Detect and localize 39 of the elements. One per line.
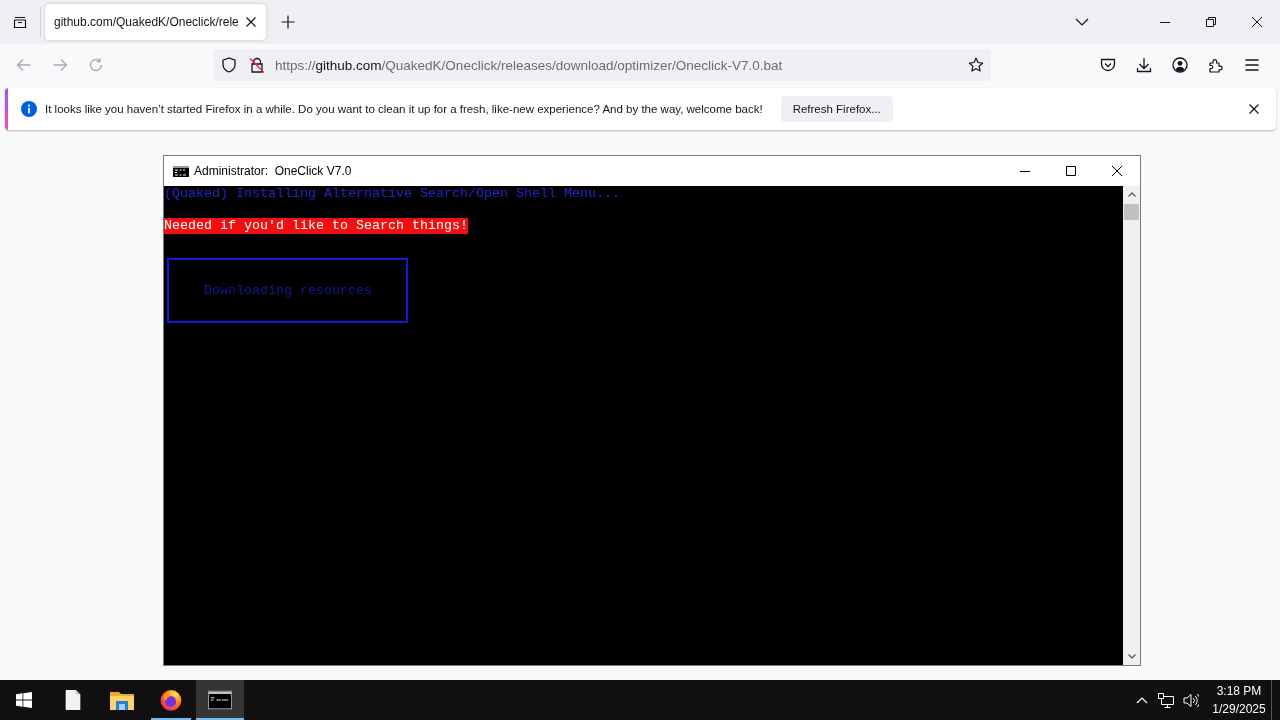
console-icon — [173, 165, 189, 177]
browser-icon[interactable] — [159, 689, 183, 711]
taskbar-button[interactable] — [196, 680, 244, 720]
clock-time[interactable]: 3:18 PM — [1216, 682, 1262, 700]
chevron-up-icon[interactable] — [1136, 696, 1148, 704]
star-icon[interactable] — [968, 57, 985, 73]
address-bar[interactable]: https://github.com/QuakedK/Oneclick/releases/download/optimizer/Oneclick-V7.0.bat — [213, 49, 992, 81]
tab-list-icon[interactable] — [12, 14, 28, 30]
close-icon[interactable] — [1112, 166, 1122, 176]
close-icon[interactable] — [1252, 17, 1262, 27]
shield-icon[interactable] — [221, 57, 237, 73]
notification-message: It looks like you haven’t started Firefox in a while. Do you want to clean it up for a fresh, like-new experience? And by the way, welcome back! — [45, 103, 763, 115]
refresh-button[interactable]: Refresh Firefox... — [780, 96, 893, 122]
start-icon[interactable] — [16, 692, 32, 708]
status-panel: Downloading resources — [167, 258, 408, 323]
close-icon[interactable] — [244, 16, 257, 28]
clock-date[interactable]: 1/29/2025 — [1212, 700, 1266, 718]
console-icon[interactable] — [208, 689, 232, 711]
console-line: (Quaked) Installing Alternative Search/Open Shell Menu... — [164, 186, 620, 202]
close-icon[interactable] — [1248, 103, 1260, 115]
puzzle-icon[interactable] — [1208, 57, 1224, 73]
network-icon[interactable] — [1158, 692, 1174, 708]
scrollbar-thumb[interactable] — [1124, 204, 1139, 220]
browser-tab[interactable]: github.com/QuakedK/Oneclick/rele — [45, 4, 266, 40]
folder-icon[interactable] — [110, 689, 134, 711]
window-title: Administrator: OneClick V7.0 — [194, 164, 352, 178]
download-icon[interactable] — [1136, 57, 1152, 73]
scroll-down-icon[interactable] — [1127, 654, 1136, 659]
scrollbar[interactable] — [1123, 186, 1140, 665]
insecure-lock-icon[interactable] — [249, 57, 265, 73]
account-icon[interactable] — [1172, 57, 1188, 73]
scroll-up-icon[interactable] — [1127, 192, 1136, 197]
maximize-icon[interactable] — [1066, 166, 1076, 176]
restore-icon[interactable] — [1206, 17, 1216, 27]
pocket-icon[interactable] — [1100, 57, 1116, 73]
speaker-icon[interactable] — [1183, 692, 1199, 708]
info-icon — [21, 101, 37, 117]
new-tab-icon[interactable] — [280, 14, 296, 30]
menu-icon[interactable] — [1244, 57, 1260, 73]
